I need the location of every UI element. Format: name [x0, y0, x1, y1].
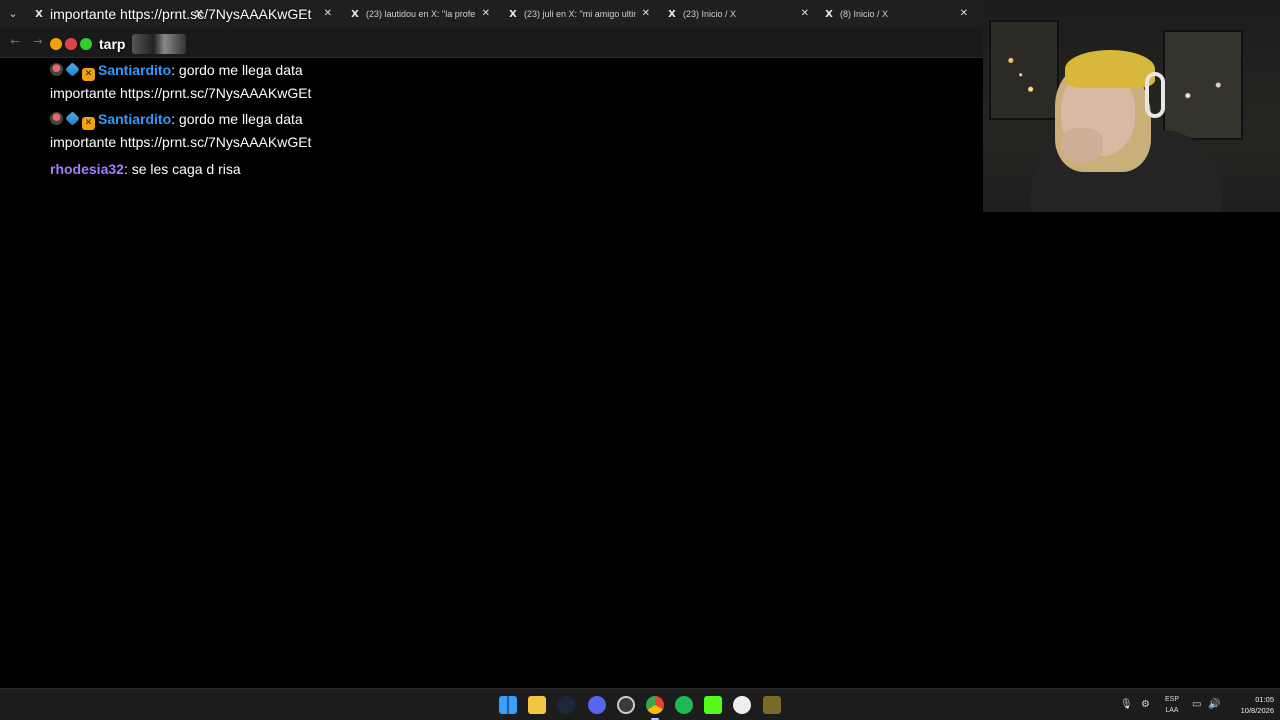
- volume-icon[interactable]: 🔊: [1208, 699, 1220, 710]
- tab-title: (23) lautidou en X: "la profe al: [366, 9, 478, 19]
- tab-lautidou[interactable]: X (23) lautidou en X: "la profe al ✕: [342, 2, 494, 26]
- overlay-username: tarp: [99, 36, 126, 52]
- discord-icon[interactable]: [588, 696, 606, 714]
- lang-code: ESP: [1164, 696, 1179, 703]
- forward-icon[interactable]: →: [31, 35, 45, 49]
- emote-icon: [50, 38, 62, 50]
- chat-separator: :: [171, 62, 179, 78]
- chat-username: rhodesia32: [50, 161, 124, 177]
- tab-inicio-8[interactable]: X (8) Inicio / X ✕: [816, 2, 972, 26]
- tab-title: (8) Inicio / X: [840, 9, 889, 19]
- badge-icon: [50, 112, 63, 125]
- streamer-hand: [1061, 128, 1103, 162]
- chat-message: Santiardito: gordo me llega data importa…: [50, 59, 350, 105]
- chevron-down-icon[interactable]: ⌄: [4, 5, 22, 23]
- background-window: [989, 20, 1059, 120]
- close-icon[interactable]: ✕: [642, 8, 650, 19]
- headphones-icon: [1145, 72, 1165, 118]
- x-logo-icon: X: [351, 8, 359, 20]
- file-explorer-icon[interactable]: [528, 696, 546, 714]
- badge-icon: [82, 117, 95, 130]
- background-window: [1163, 30, 1243, 140]
- chat-message: Santiardito: gordo me llega data importa…: [50, 108, 350, 154]
- chat-separator: :: [171, 111, 179, 127]
- emote-icon: [65, 38, 77, 50]
- chat-separator: :: [123, 161, 132, 177]
- badge-icon: [65, 111, 80, 126]
- chat-text: importante https://prnt.sc/7NysAAAKwGEt: [50, 85, 312, 101]
- x-logo-icon: X: [668, 8, 676, 20]
- chat-username: Santiardito: [98, 62, 172, 78]
- badge-icon: [82, 68, 95, 81]
- clock-time: 01:05: [1255, 695, 1274, 704]
- clock-date: 10/8/2026: [1240, 706, 1274, 715]
- tab-title: (23) juli en X: "mi amigo ultima: [524, 9, 636, 19]
- windows-start-icon[interactable]: [499, 696, 517, 714]
- badge-icon: [50, 63, 63, 76]
- close-icon[interactable]: ✕: [960, 8, 968, 19]
- chat-overlay-partial-row: tarp: [50, 34, 187, 54]
- chat-text: gordo me llega data: [178, 111, 303, 127]
- steam-icon[interactable]: [557, 696, 575, 714]
- close-icon[interactable]: ✕: [482, 8, 490, 19]
- tab-inicio-23[interactable]: X (23) Inicio / X ✕: [659, 2, 813, 26]
- x-logo-icon: X: [509, 8, 517, 20]
- spotify-icon[interactable]: [675, 696, 693, 714]
- badge-icon: [65, 62, 80, 77]
- chat-overlay-scrolled-text: importante https://prnt.sc/7NysAAAKwGEt: [50, 6, 312, 22]
- settings-icon[interactable]: ⚙: [1141, 699, 1150, 710]
- taskbar: 🎙 ⚙ ESP LAA ▭ 🔊 01:05 10/8/2026: [0, 688, 1280, 720]
- emote-image-icon: [132, 34, 187, 54]
- streamer-headband: [1065, 50, 1155, 88]
- back-icon[interactable]: ←: [8, 35, 22, 49]
- obs-icon[interactable]: [617, 696, 635, 714]
- webcam-feed: [983, 0, 1280, 212]
- close-icon[interactable]: ✕: [801, 8, 809, 19]
- lang-layout: LAA: [1165, 707, 1179, 714]
- chat-text: importante https://prnt.sc/7NysAAAKwGEt: [50, 134, 312, 150]
- chat-username: Santiardito: [98, 111, 172, 127]
- network-icon[interactable]: ▭: [1192, 699, 1201, 710]
- chat-text: gordo me llega data: [178, 62, 303, 78]
- x-logo-icon: X: [825, 8, 833, 20]
- tab-title: (23) Inicio / X: [683, 9, 737, 19]
- chrome-icon[interactable]: [646, 696, 664, 714]
- kick-icon[interactable]: [704, 696, 722, 714]
- emote-icon: [80, 38, 92, 50]
- chat-message: rhodesia32: se les caga d risa: [50, 158, 350, 181]
- tab-juli[interactable]: X (23) juli en X: "mi amigo ultima ✕: [500, 2, 654, 26]
- microphone-icon[interactable]: 🎙: [1120, 699, 1133, 710]
- chat-text: se les caga d risa: [131, 161, 241, 177]
- language-indicator[interactable]: ESP LAA: [1160, 694, 1184, 716]
- ccleaner-icon[interactable]: [733, 696, 751, 714]
- minecraft-icon[interactable]: [763, 696, 781, 714]
- close-icon[interactable]: ✕: [324, 8, 332, 19]
- x-logo-icon: X: [35, 8, 43, 20]
- clock[interactable]: 01:05 10/8/2026: [1222, 694, 1274, 716]
